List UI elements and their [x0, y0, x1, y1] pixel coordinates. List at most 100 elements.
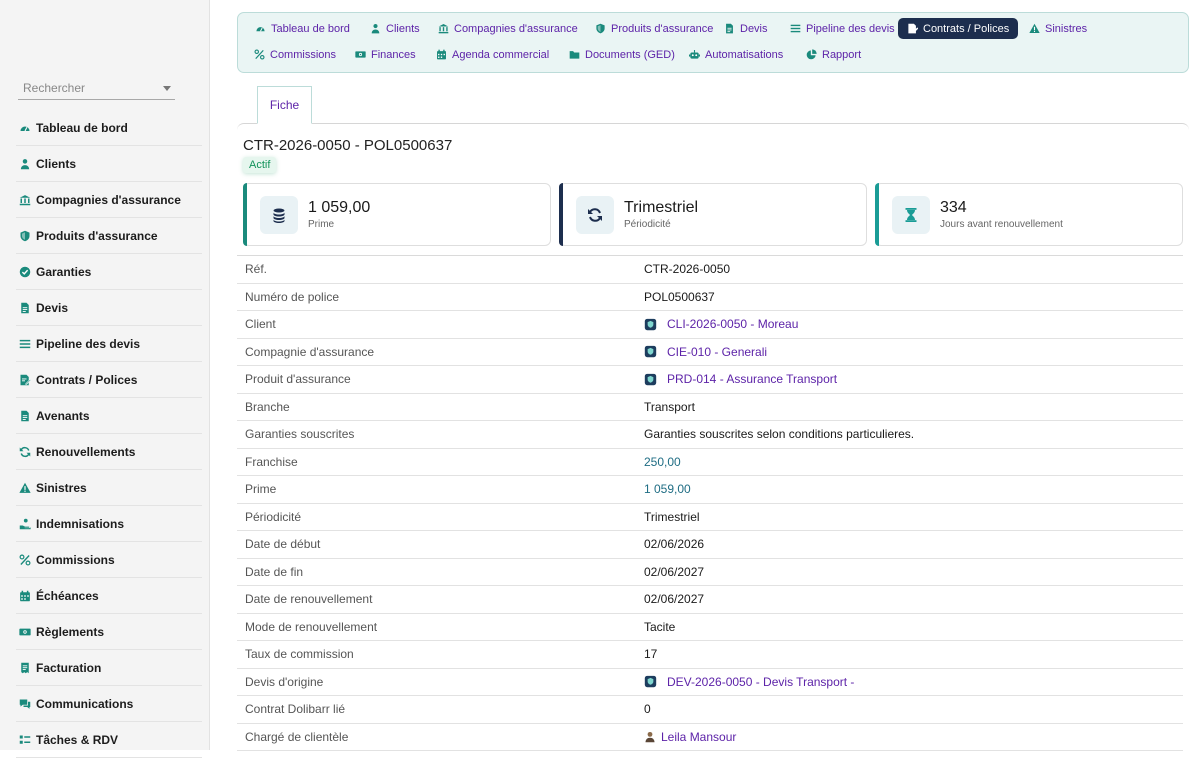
kpi-accent-bar — [875, 183, 879, 246]
sidebar-item-label: Échéances — [36, 588, 99, 603]
sidebar-item-label: Commissions — [36, 552, 115, 567]
sidebar-item-devis[interactable]: Devis — [16, 290, 202, 326]
nav-tab-rapport[interactable]: Rapport — [797, 44, 870, 65]
field-row-garanties-souscrites: Garanties souscrites Garanties souscrites… — [237, 421, 1183, 449]
field-value-text: 0 — [644, 702, 651, 717]
field-row-branche: Branche Transport — [237, 394, 1183, 421]
sidebar-item-label: Pipeline des devis — [36, 336, 141, 351]
nav-tab-label: Produits d'assurance — [611, 22, 714, 35]
tab-label: Fiche — [269, 98, 300, 112]
document-icon — [21, 302, 29, 313]
field-value[interactable]: Leila Mansour — [644, 730, 736, 744]
field-value-text: CLI-2026-0050 - Moreau — [667, 317, 799, 332]
field-row-taux-de-commission: Taux de commission 17 — [237, 641, 1183, 669]
list-icon — [19, 339, 31, 348]
nav-tab-devis[interactable]: Devis — [715, 18, 777, 39]
field-value[interactable]: PRD-014 - Assurance Transport — [644, 372, 837, 386]
sidebar-item-avenants[interactable]: Avenants — [16, 398, 202, 434]
nav-tab-finances[interactable]: Finances — [346, 44, 425, 65]
field-value[interactable]: CLI-2026-0050 - Moreau — [644, 317, 798, 331]
nav-tab-pipeline-des-devis[interactable]: Pipeline des devis — [781, 18, 904, 39]
tab-fiche[interactable]: Fiche — [257, 86, 312, 124]
kpi-icon-box — [576, 195, 614, 234]
nav-tab-label: Clients — [386, 22, 420, 35]
nav-tab-compagnies-d-assurance[interactable]: Compagnies d'assurance — [429, 18, 587, 39]
sidebar-item-indemnisations[interactable]: Indemnisations — [16, 506, 202, 542]
field-row-produit-d-assurance: Produit d'assurance PRD-014 - Assurance T… — [237, 366, 1183, 394]
status-badge: Actif — [243, 157, 277, 173]
percent-icon — [19, 554, 31, 565]
field-label: Date de renouvellement — [245, 592, 373, 607]
sidebar-item-clients[interactable]: Clients — [16, 146, 202, 182]
sidebar-item-label: Tâches & RDV — [36, 732, 119, 747]
sidebar-item-commissions[interactable]: Commissions — [16, 542, 202, 578]
sidebar-item-contrats-polices[interactable]: Contrats / Polices — [16, 362, 202, 398]
sidebar-item-echeances[interactable]: Échéances — [16, 578, 202, 614]
sidebar-item-label: Clients — [36, 156, 77, 171]
kpi-value: 1 059,00 — [308, 199, 371, 216]
calendar-icon — [437, 49, 446, 60]
sidebar-item-garanties[interactable]: Garanties — [16, 254, 202, 290]
nav-tab-clients[interactable]: Clients — [361, 18, 429, 39]
nav-tab-label: Agenda commercial — [452, 48, 550, 61]
sidebar-item-label: Facturation — [36, 660, 102, 675]
nav-tab-label: Finances — [371, 48, 416, 61]
nav-tab-documents-ged[interactable]: Documents (GED) — [560, 44, 684, 65]
sidebar-item-renouvellements[interactable]: Renouvellements — [16, 434, 202, 470]
sidebar-item-compagnies-d-assurance[interactable]: Compagnies d'assurance — [16, 182, 202, 218]
sidebar-search-select[interactable]: Rechercher — [18, 77, 175, 100]
nav-tab-tableau-de-bord[interactable]: Tableau de bord — [246, 18, 359, 39]
nav-tab-produits-d-assurance[interactable]: Produits d'assurance — [586, 18, 722, 39]
field-value-text: 02/06/2027 — [644, 592, 705, 607]
field-label: Chargé de clientèle — [245, 729, 349, 744]
field-value[interactable]: DEV-2026-0050 - Devis Transport - — [644, 675, 854, 689]
nav-tab-sinistres[interactable]: Sinistres — [1020, 18, 1096, 39]
field-row-contrat-dolibarr-lie: Contrat Dolibarr lié 0 — [237, 696, 1183, 724]
sidebar-item-tableau-de-bord[interactable]: Tableau de bord — [16, 110, 202, 146]
sidebar-item-facturation[interactable]: Facturation — [16, 650, 202, 686]
kpi-value: 334 — [940, 199, 967, 216]
kpi-value: Trimestriel — [624, 199, 699, 216]
invoice-icon — [21, 662, 29, 673]
calendar-icon — [20, 590, 30, 601]
nav-tab-label: Pipeline des devis — [806, 22, 895, 35]
nav-tab-label: Documents (GED) — [585, 48, 675, 61]
nav-tab-commissions[interactable]: Commissions — [245, 44, 345, 65]
percent-icon — [254, 49, 265, 60]
field-value-text: 02/06/2027 — [644, 564, 705, 579]
document-icon — [726, 23, 733, 34]
field-row-numero-de-police: Numéro de police POL0500637 — [237, 284, 1183, 311]
nav-tab-contrats-polices[interactable]: Contrats / Polices — [898, 18, 1019, 39]
field-value-text: Trimestriel — [644, 509, 700, 524]
document-icon — [21, 410, 29, 421]
nav-tab-agenda-commercial[interactable]: Agenda commercial — [427, 44, 558, 65]
hourglass-icon — [905, 207, 917, 222]
sidebar: Rechercher Tableau de bord Clients Compagn… — [0, 0, 210, 758]
sidebar-item-reglements[interactable]: Règlements — [16, 614, 202, 650]
field-value-text: Garanties souscrites selon conditions pa… — [644, 427, 915, 442]
field-label: Date de début — [245, 537, 321, 552]
sidebar-item-sinistres[interactable]: Sinistres — [16, 470, 202, 506]
nav-tab-automatisations[interactable]: Automatisations — [680, 44, 792, 65]
sidebar-item-label: Compagnies d'assurance — [36, 192, 181, 207]
nav-tab-label: Rapport — [822, 48, 862, 61]
kpi-label: Périodicité — [624, 219, 671, 230]
sidebar-item-produits-d-assurance[interactable]: Produits d'assurance — [16, 218, 202, 254]
sidebar-item-label: Avenants — [36, 408, 90, 423]
chevron-down-icon — [163, 85, 171, 91]
field-label: Compagnie d'assurance — [245, 344, 375, 359]
sidebar-item-communications[interactable]: Communications — [16, 686, 202, 722]
field-value-text: CTR-2026-0050 — [644, 262, 731, 277]
sidebar-item-pipeline-des-devis[interactable]: Pipeline des devis — [16, 326, 202, 362]
page-title: CTR-2026-0050 - POL0500637 — [243, 137, 453, 154]
field-value: Garanties souscrites selon conditions pa… — [644, 427, 914, 441]
field-value-text: PRD-014 - Assurance Transport — [667, 372, 838, 387]
sidebar-item-label: Communications — [36, 696, 134, 711]
sidebar-item-taches-rdv[interactable]: Tâches & RDV — [16, 722, 202, 758]
sync-icon — [19, 446, 31, 457]
nav-tab-label: Devis — [740, 22, 768, 35]
field-value[interactable]: CIE-010 - Generali — [644, 345, 767, 359]
field-label: Client — [245, 317, 276, 332]
field-label: Branche — [245, 399, 290, 414]
sync-icon — [588, 207, 602, 222]
